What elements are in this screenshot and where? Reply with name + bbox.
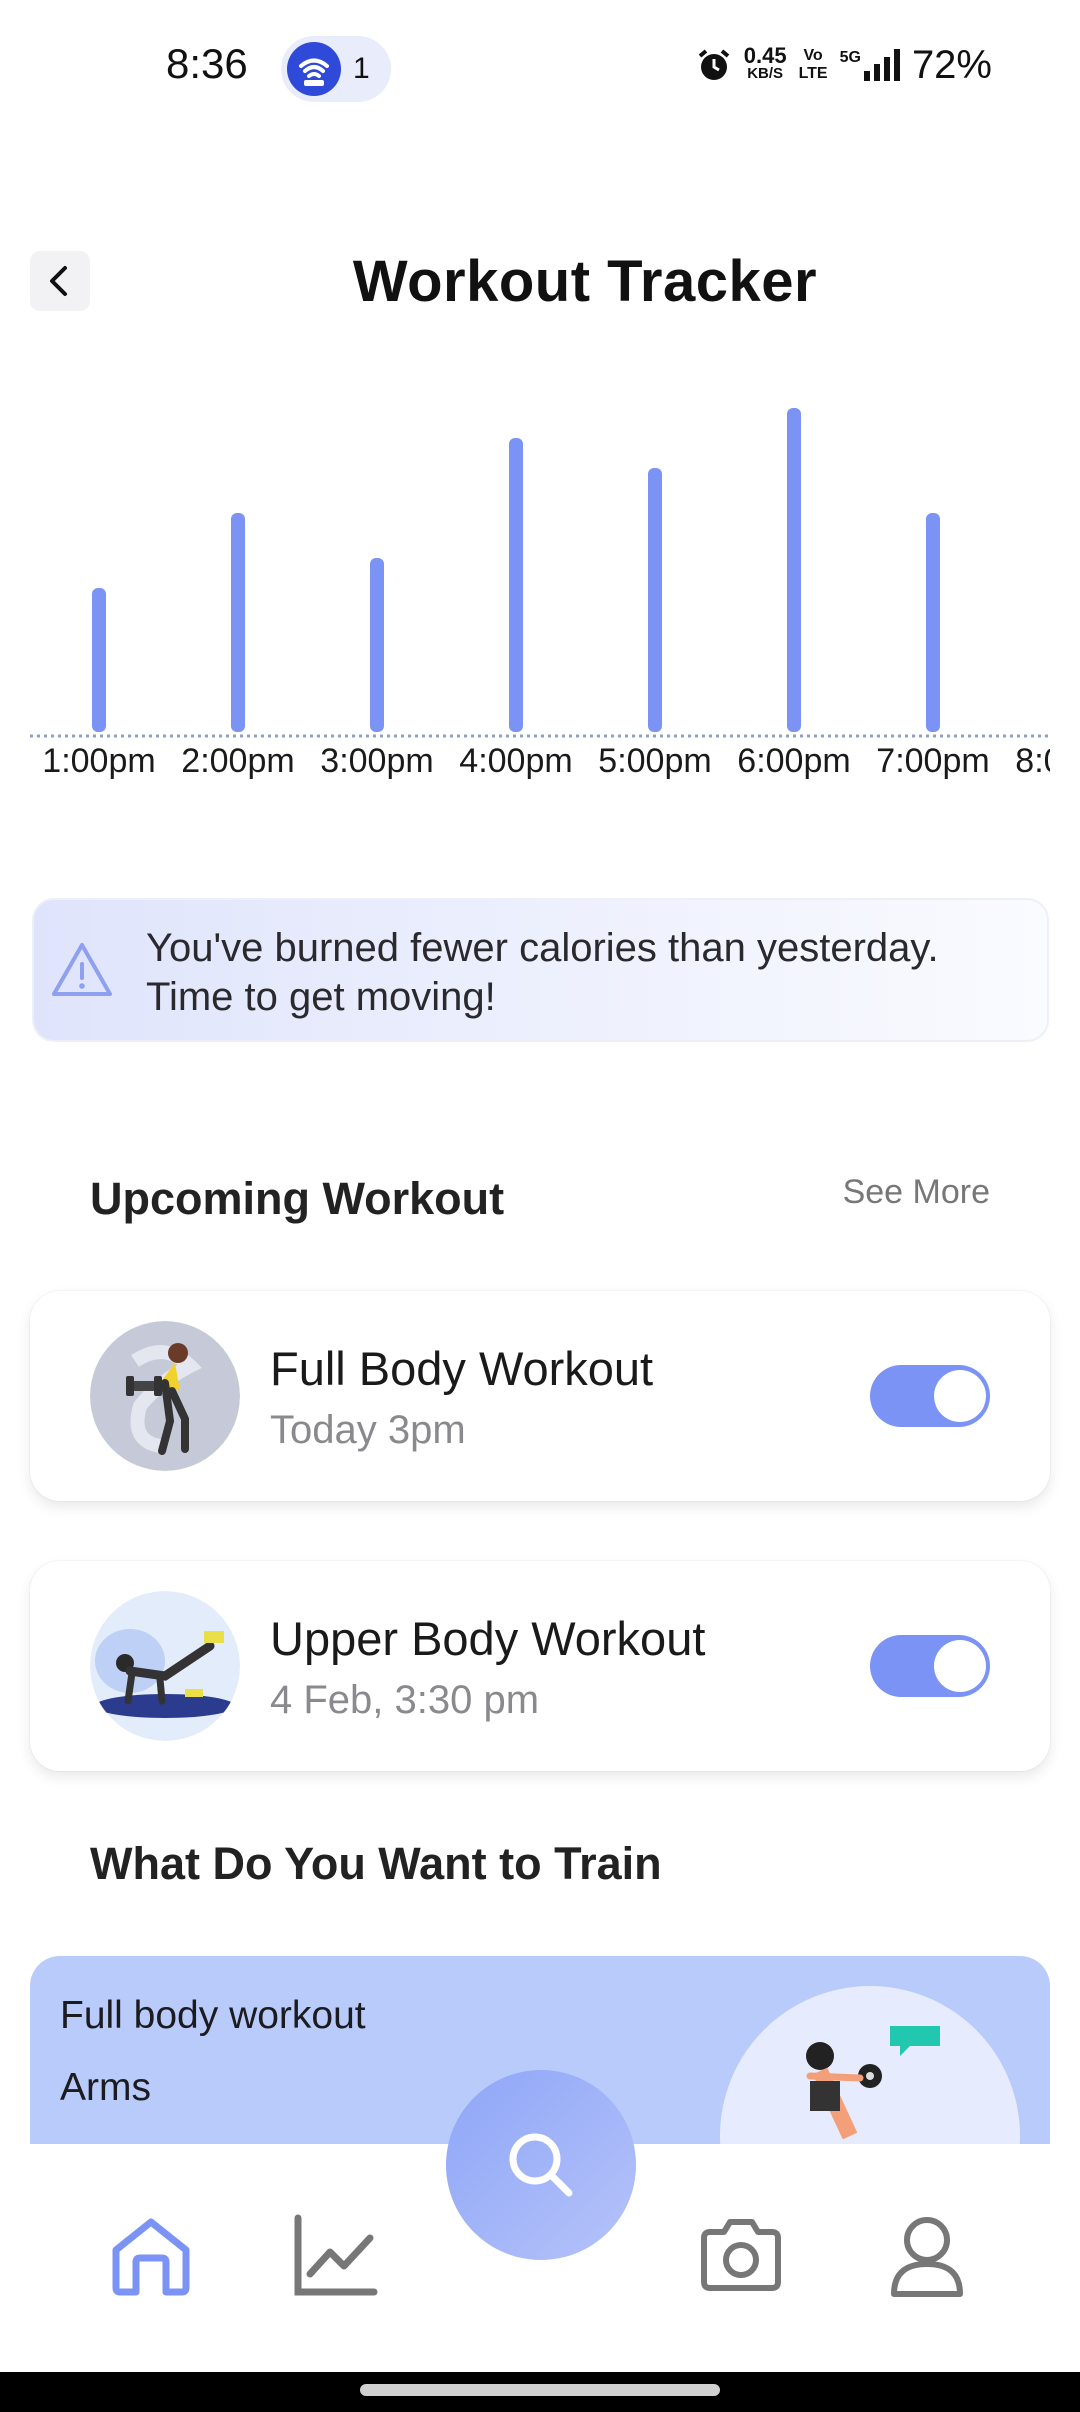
see-more-link[interactable]: See More <box>843 1173 990 1212</box>
chart-tick-label: 7:00pm <box>876 742 989 780</box>
search-icon <box>509 2133 573 2197</box>
chart-bar <box>231 513 245 732</box>
workout-avatar <box>90 1591 240 1741</box>
search-fab[interactable] <box>446 2070 636 2260</box>
train-illustration <box>720 1986 1020 2146</box>
chart-icon[interactable] <box>290 2210 380 2300</box>
chart-tick-label: 2:00pm <box>181 742 294 780</box>
workout-time: Today 3pm <box>270 1408 466 1452</box>
toggle-knob <box>934 1370 986 1422</box>
chart-tick-label: 1:00pm <box>42 742 155 780</box>
profile-icon[interactable] <box>882 2210 972 2300</box>
chart-tick-label: 4:00pm <box>459 742 572 780</box>
workout-title: Upper Body Workout <box>270 1612 706 1665</box>
volte-indicator: Vo LTE <box>798 47 828 82</box>
chart-tick-label: 5:00pm <box>598 742 711 780</box>
chart-bar <box>787 408 801 732</box>
gesture-handle[interactable] <box>360 2384 720 2396</box>
chart-bar <box>648 468 662 732</box>
activity-chart: 1:00pm 2:00pm 3:00pm 4:00pm 5:00pm 6:00pm 7:00… <box>30 360 1050 790</box>
chart-bar <box>509 438 523 732</box>
camera-icon[interactable] <box>696 2210 786 2300</box>
signal-icon: 5G <box>840 49 900 81</box>
status-bar: 8:36 1 0.45 KB/S Vo LTE 5G 72% <box>0 0 1080 140</box>
workout-toggle[interactable] <box>870 1365 990 1427</box>
chart-tick-label: 6:00pm <box>737 742 850 780</box>
status-time: 8:36 <box>166 40 248 87</box>
battery-level: 72% <box>911 42 992 87</box>
calorie-alert: You've burned fewer calories than yester… <box>32 898 1049 1042</box>
chart-tick-label: 8:00pm <box>1015 742 1050 780</box>
chart-bar <box>926 513 940 732</box>
chart-bar <box>370 558 384 732</box>
chart-bar <box>92 588 106 732</box>
alert-message: You've burned fewer calories than yester… <box>146 926 939 1019</box>
upcoming-workout-title: Upcoming Workout <box>90 1173 505 1224</box>
workout-card-upper-body[interactable]: Upper Body Workout 4 Feb, 3:30 pm <box>30 1561 1050 1771</box>
train-section-title: What Do You Want to Train <box>90 1838 662 1889</box>
hotspot-indicator: 1 <box>281 36 391 102</box>
net-speed: 0.45 KB/S <box>743 43 787 83</box>
workout-title: Full Body Workout <box>270 1342 654 1395</box>
status-icons: 0.45 KB/S Vo LTE 5G 72% <box>696 40 992 90</box>
page-title: Workout Tracker <box>352 249 818 314</box>
wifi-icon <box>287 42 341 96</box>
hotspot-count: 1 <box>353 52 370 85</box>
workout-avatar <box>90 1321 240 1471</box>
toggle-knob <box>934 1640 986 1692</box>
alarm-icon <box>698 49 730 80</box>
warning-triangle-icon <box>52 943 112 996</box>
train-option-arms[interactable]: Arms <box>60 2066 151 2110</box>
train-option-full-body[interactable]: Full body workout <box>60 1994 366 2038</box>
workout-time: 4 Feb, 3:30 pm <box>270 1678 540 1722</box>
home-icon[interactable] <box>106 2210 196 2300</box>
chart-tick-label: 3:00pm <box>320 742 433 780</box>
workout-toggle[interactable] <box>870 1635 990 1697</box>
system-nav-bar <box>0 2372 1080 2412</box>
workout-card-full-body[interactable]: Full Body Workout Today 3pm <box>30 1291 1050 1501</box>
